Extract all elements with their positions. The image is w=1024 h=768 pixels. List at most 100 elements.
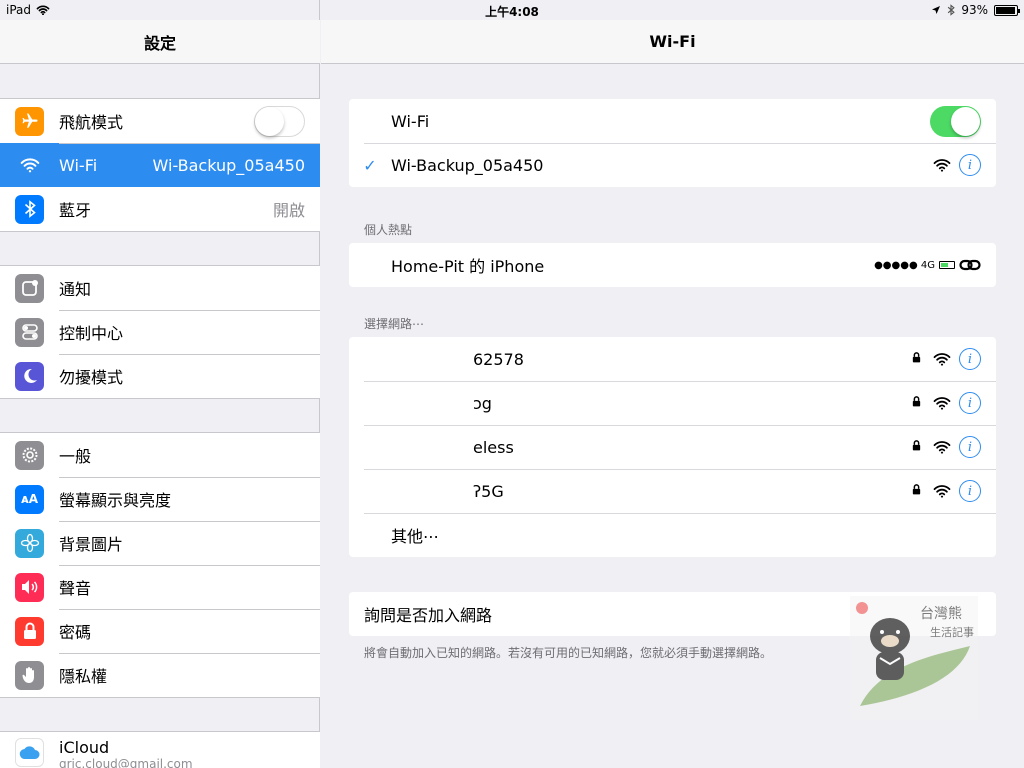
wifi-signal-icon xyxy=(933,159,951,172)
sidebar-group-general: 一般 ᴀA 螢幕顯示與亮度 背景圖片 聲音 密碼 隱私權 xyxy=(0,432,320,698)
sidebar-item-bluetooth[interactable]: 藍牙 開啟 xyxy=(0,187,320,231)
lock-icon xyxy=(912,440,921,454)
wallpaper-icon xyxy=(15,528,44,558)
sidebar-item-notifications[interactable]: 通知 xyxy=(0,266,320,310)
sidebar-title: 設定 xyxy=(0,20,320,64)
wifi-signal-icon xyxy=(933,353,951,366)
sidebar-item-label: 飛航模式 xyxy=(59,113,124,132)
airplane-icon xyxy=(15,106,44,136)
ask-join-note: 將會自動加入已知的網路。若沒有可用的已知網路，您就必須手動選擇網路。 xyxy=(364,646,773,660)
hand-icon xyxy=(15,660,44,690)
wifi-card: Wi-Fi ✓ Wi-Backup_05a450 i xyxy=(349,99,996,187)
watermark-bear-icon: 台灣熊 生活記事 xyxy=(850,596,978,720)
sidebar-item-label: 控制中心 xyxy=(59,324,124,343)
sidebar-group-notifications: 通知 控制中心 勿擾模式 xyxy=(0,265,320,399)
icloud-email: gric.cloud@gmail.com xyxy=(59,757,193,768)
sidebar-item-general[interactable]: 一般 xyxy=(0,433,320,477)
hotspot-row[interactable]: Home-Pit 的 iPhone ●●●●● 4G xyxy=(349,243,996,287)
choose-network-title: 選擇網路⋯ xyxy=(364,317,425,331)
wifi-toggle-row: Wi-Fi xyxy=(349,99,996,143)
svg-text:生活記事: 生活記事 xyxy=(930,625,974,639)
network-name: ʔ5G xyxy=(473,481,504,501)
sidebar-item-label: 勿擾模式 xyxy=(59,368,124,387)
network-row[interactable]: ɔg i xyxy=(349,381,996,425)
cellular-signal: ●●●●● 4G xyxy=(874,259,935,271)
other-network-row[interactable]: 其他⋯ xyxy=(349,513,996,557)
sidebar-item-label: Wi-Fi xyxy=(59,155,98,175)
other-network-label: 其他⋯ xyxy=(391,527,440,546)
info-button[interactable]: i xyxy=(959,392,981,414)
sidebar-item-label: 通知 xyxy=(59,280,92,299)
display-icon: ᴀA xyxy=(15,484,44,514)
sidebar-group-accounts: iCloud gric.cloud@gmail.com xyxy=(0,731,320,768)
hotspot-name: Home-Pit 的 iPhone xyxy=(391,257,545,276)
sidebar-item-label: 聲音 xyxy=(59,579,92,598)
sidebar-item-label: 一般 xyxy=(59,447,92,466)
gear-icon xyxy=(15,440,44,470)
icloud-label: iCloud xyxy=(59,738,110,757)
sidebar-item-wifi[interactable]: Wi-Fi Wi-Backup_05a450 xyxy=(0,143,320,187)
battery-icon xyxy=(939,261,955,269)
bluetooth-icon xyxy=(15,194,44,224)
status-bar: iPad 上午4:08 93% xyxy=(0,0,1024,20)
info-button[interactable]: i xyxy=(959,436,981,458)
location-arrow-icon xyxy=(932,6,941,14)
sidebar-item-sounds[interactable]: 聲音 xyxy=(0,565,320,609)
connected-network-name: Wi-Backup_05a450 xyxy=(391,155,544,175)
sidebar-item-value: 開啟 xyxy=(272,201,305,220)
battery-icon xyxy=(994,4,1020,16)
info-button[interactable]: i xyxy=(959,154,981,176)
settings-sidebar: 設定 飛航模式 Wi-Fi Wi-Backup_05a450 藍牙 開啟 通知 … xyxy=(0,0,320,768)
sidebar-item-label: 藍牙 xyxy=(59,201,92,220)
cloud-icon xyxy=(15,738,44,767)
info-button[interactable]: i xyxy=(959,348,981,370)
sidebar-item-control-center[interactable]: 控制中心 xyxy=(0,310,320,354)
sidebar-item-wallpaper[interactable]: 背景圖片 xyxy=(0,521,320,565)
network-row[interactable]: eless i xyxy=(349,425,996,469)
sidebar-item-passcode[interactable]: 密碼 xyxy=(0,609,320,653)
sidebar-group-connectivity: 飛航模式 Wi-Fi Wi-Backup_05a450 藍牙 開啟 xyxy=(0,98,320,232)
hotspot-section-title: 個人熱點 xyxy=(364,223,413,237)
link-icon xyxy=(959,259,981,271)
moon-icon xyxy=(15,361,44,391)
wifi-label: Wi-Fi xyxy=(391,111,430,131)
network-row[interactable]: 62578 i xyxy=(349,337,996,381)
wifi-signal-icon xyxy=(933,485,951,498)
connected-network-row[interactable]: ✓ Wi-Backup_05a450 i xyxy=(349,143,996,187)
hotspot-card: Home-Pit 的 iPhone ●●●●● 4G xyxy=(349,243,996,287)
sidebar-item-label: 隱私權 xyxy=(59,667,108,686)
wifi-icon xyxy=(15,150,44,180)
sidebar-item-airplane-mode[interactable]: 飛航模式 xyxy=(0,99,320,143)
sidebar-item-label: 螢幕顯示與亮度 xyxy=(59,491,172,510)
control-center-icon xyxy=(15,317,44,347)
sidebar-item-display[interactable]: ᴀA 螢幕顯示與亮度 xyxy=(0,477,320,521)
svg-text:台灣熊: 台灣熊 xyxy=(920,606,962,622)
lock-icon xyxy=(15,616,44,646)
status-time: 上午4:08 xyxy=(485,5,539,19)
lock-icon xyxy=(912,484,921,498)
sidebar-item-value: Wi-Backup_05a450 xyxy=(152,155,305,175)
notifications-icon xyxy=(15,273,44,303)
bluetooth-status-icon xyxy=(948,4,956,16)
lock-icon xyxy=(912,352,921,366)
checkmark-icon: ✓ xyxy=(363,155,377,175)
sidebar-item-privacy[interactable]: 隱私權 xyxy=(0,653,320,697)
hotspot-status: ●●●●● 4G xyxy=(874,258,981,272)
sidebar-item-icloud[interactable]: iCloud gric.cloud@gmail.com xyxy=(0,732,320,768)
sidebar-item-label: 密碼 xyxy=(59,623,92,642)
battery-percent: 93% xyxy=(961,3,988,17)
wifi-signal-icon xyxy=(933,397,951,410)
lock-icon xyxy=(912,396,921,410)
networks-card: 62578 i ɔg i eless i ʔ5G i 其他⋯ xyxy=(349,337,996,557)
network-name: eless xyxy=(473,437,514,457)
info-button[interactable]: i xyxy=(959,480,981,502)
sidebar-item-label: 背景圖片 xyxy=(59,535,124,554)
network-name: 62578 xyxy=(473,349,524,369)
page-title: Wi-Fi xyxy=(321,20,1024,64)
speaker-icon xyxy=(15,572,44,602)
wifi-toggle[interactable] xyxy=(930,105,981,137)
network-row[interactable]: ʔ5G i xyxy=(349,469,996,513)
sidebar-item-do-not-disturb[interactable]: 勿擾模式 xyxy=(0,354,320,398)
wifi-signal-icon xyxy=(933,441,951,454)
airplane-mode-toggle[interactable] xyxy=(254,105,305,137)
